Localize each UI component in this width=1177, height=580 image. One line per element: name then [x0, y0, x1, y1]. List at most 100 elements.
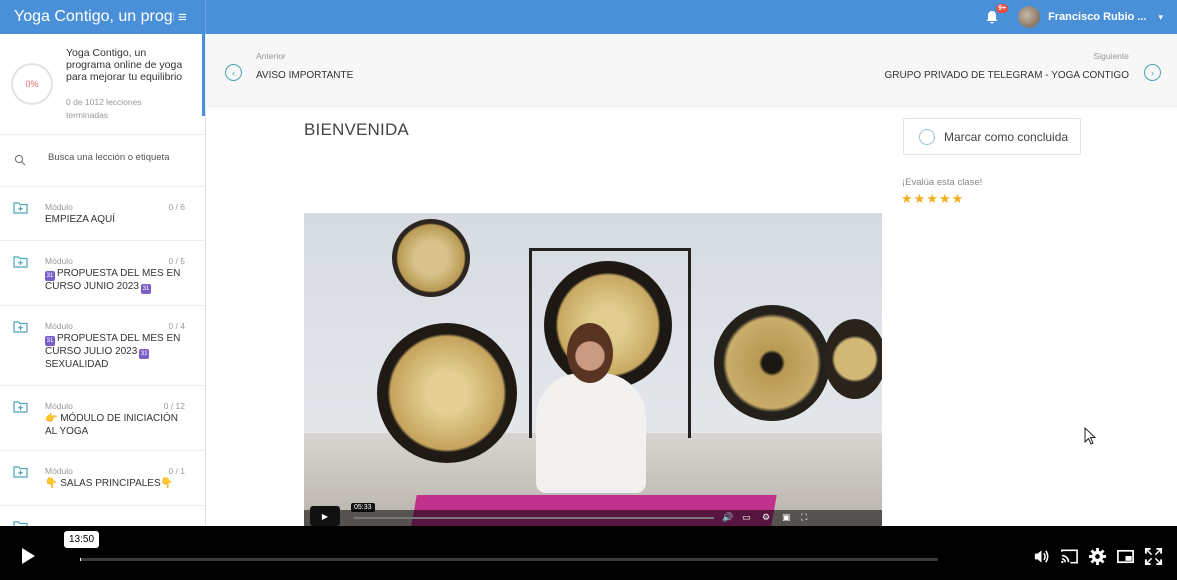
cast-icon[interactable]: [1060, 547, 1079, 566]
module-item-partial[interactable]: [0, 506, 205, 526]
mark-complete-button[interactable]: Marcar como concluida: [903, 118, 1081, 155]
module-title-suffix: SEXUALIDAD: [45, 359, 109, 370]
fullscreen-icon[interactable]: [1144, 547, 1163, 566]
folder-plus-icon: [13, 256, 28, 268]
picture-in-picture-icon[interactable]: [1116, 547, 1135, 566]
course-progress: 0% Yoga Contigo, un programa online de y…: [0, 34, 205, 135]
previous-label: Anterior: [256, 51, 286, 61]
star-icon[interactable]: ★: [901, 192, 913, 206]
lessons-done: 0 de 1012 lecciones terminadas: [66, 97, 142, 120]
user-name[interactable]: Francisco Rubio ...: [1048, 11, 1146, 23]
next-lesson-title[interactable]: GRUPO PRIVADO DE TELEGRAM - YOGA CONTIGO: [885, 70, 1130, 81]
hover-time-tooltip: 13:50: [64, 531, 100, 548]
next-lesson-button[interactable]: ›: [1144, 64, 1161, 81]
module-kind: Módulo: [45, 401, 73, 411]
gear-icon[interactable]: [1088, 547, 1107, 566]
module-kind: Módulo: [45, 466, 73, 476]
user-area: 9+ Francisco Rubio ... ▾: [984, 0, 1163, 34]
search-input[interactable]: [48, 152, 188, 163]
module-kind: Módulo: [45, 256, 73, 266]
module-kind: Módulo: [45, 321, 73, 331]
course-title: Yoga Contigo, un programa online de yoga…: [66, 47, 183, 83]
chevron-left-icon: ‹: [232, 67, 235, 78]
seek-bar[interactable]: [80, 558, 938, 561]
gong-image: [377, 323, 517, 463]
module-count: 0 / 12: [163, 401, 185, 411]
play-icon[interactable]: [22, 548, 35, 564]
previous-lesson-button[interactable]: ‹: [225, 64, 242, 81]
menu-icon[interactable]: ≡: [178, 9, 187, 26]
module-item[interactable]: Módulo 0 / 12 👉 MÓDULO DE INICIACIÓN AL …: [0, 386, 205, 451]
progress-ring: 0%: [11, 63, 53, 105]
avatar[interactable]: [1018, 6, 1041, 28]
instructor-body: [536, 373, 646, 493]
module-title: EMPIEZA AQUÍ: [45, 214, 116, 225]
module-title-wrap: 31 PROPUESTA DEL MES EN CURSO JULIO 2023 3…: [45, 333, 190, 372]
chevron-down-icon[interactable]: ▾: [1158, 12, 1163, 23]
module-count: 0 / 6: [168, 202, 185, 212]
star-icon[interactable]: ★: [952, 192, 964, 206]
progress-percent: 0%: [25, 79, 39, 89]
notifications-bell[interactable]: 9+: [984, 4, 1009, 25]
chevron-right-icon: ›: [1151, 67, 1154, 78]
module-count: 0 / 1: [168, 466, 185, 476]
calendar-emoji-icon: 31: [45, 336, 55, 346]
notifications-badge: 9+: [996, 4, 1009, 13]
embedded-video-controls: ▶ 🔊 ▭ ⚙ ▣ ⛶: [304, 506, 882, 526]
gong-stand: [529, 248, 532, 438]
calendar-emoji-icon: 31: [45, 271, 55, 281]
module-item[interactable]: Módulo 0 / 4 31 PROPUESTA DEL MES EN CURS…: [0, 306, 205, 386]
seek-bar-fill: [80, 558, 81, 561]
check-circle-icon: [919, 128, 935, 145]
module-item[interactable]: Módulo 0 / 6 EMPIEZA AQUÍ: [0, 187, 205, 241]
module-item[interactable]: Módulo 0 / 1 👇 SALAS PRINCIPALES👇: [0, 451, 205, 506]
previous-lesson-title[interactable]: AVISO IMPORTANTE: [256, 70, 353, 81]
module-title: 👇 SALAS PRINCIPALES👇: [45, 478, 174, 489]
star-icon[interactable]: ★: [939, 192, 951, 206]
lesson-title: BIENVENIDA: [304, 120, 409, 139]
pip-icon[interactable]: ▣: [782, 512, 791, 523]
module-kind: Módulo: [45, 202, 73, 212]
search-icon: [14, 154, 26, 166]
calendar-emoji-icon: 31: [140, 284, 151, 294]
rate-label: ¡Evalúa esta clase!: [902, 177, 983, 188]
star-icon[interactable]: ★: [914, 192, 926, 206]
mouse-cursor-icon: [1084, 427, 1096, 445]
embedded-progress-bar[interactable]: [354, 517, 714, 519]
gong-image: [392, 219, 470, 297]
course-title-header[interactable]: Yoga Contigo, un progr: [14, 8, 174, 26]
gong-image: [824, 319, 882, 399]
gong-image: [714, 305, 830, 421]
mark-complete-label: Marcar como concluida: [944, 129, 1069, 144]
gong-stand: [688, 248, 691, 438]
volume-icon[interactable]: [1032, 547, 1051, 566]
module-count: 0 / 5: [168, 256, 185, 266]
folder-plus-icon: [13, 321, 28, 333]
fullscreen-icon[interactable]: ⛶: [801, 512, 807, 523]
player-tools: [1032, 547, 1163, 566]
sidebar: 0% Yoga Contigo, un programa online de y…: [0, 34, 206, 526]
cast-icon[interactable]: ▭: [742, 512, 751, 523]
module-count: 0 / 4: [168, 321, 185, 331]
folder-plus-icon: [13, 466, 28, 478]
folder-plus-icon: [13, 202, 28, 214]
next-label: Siguiente: [1093, 51, 1129, 61]
search-block: [0, 135, 205, 187]
volume-icon[interactable]: 🔊: [722, 512, 733, 523]
module-title-wrap: 31 PROPUESTA DEL MES EN CURSO JUNIO 2023 3…: [45, 268, 190, 294]
folder-plus-icon: [13, 401, 28, 413]
sidebar-header: Yoga Contigo, un progr ≡: [0, 0, 206, 34]
calendar-emoji-icon: 31: [139, 349, 150, 359]
lesson-main: ‹ Anterior AVISO IMPORTANTE Siguiente GR…: [207, 34, 1177, 526]
play-icon: ▶: [321, 511, 329, 521]
lesson-video[interactable]: 05:33 ▶ 🔊 ▭ ⚙ ▣ ⛶: [304, 213, 882, 526]
gong-stand: [529, 248, 691, 251]
embedded-play-button[interactable]: ▶: [310, 506, 340, 526]
module-title: PROPUESTA DEL MES EN CURSO JUNIO 2023: [45, 268, 181, 292]
module-item[interactable]: Módulo 0 / 5 31 PROPUESTA DEL MES EN CURS…: [0, 241, 205, 306]
star-icon[interactable]: ★: [926, 192, 938, 206]
rating-stars: ★ ★ ★ ★ ★: [901, 192, 963, 206]
video-player-bar: 13:50: [0, 526, 1177, 580]
gear-icon[interactable]: ⚙: [762, 512, 770, 523]
lesson-navigation: ‹ Anterior AVISO IMPORTANTE Siguiente GR…: [207, 34, 1177, 107]
